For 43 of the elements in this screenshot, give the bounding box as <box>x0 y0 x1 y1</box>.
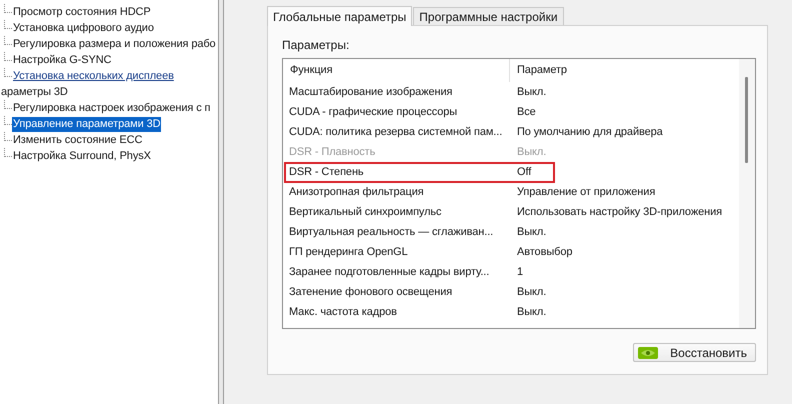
table-cell-text: Выкл. <box>516 145 546 160</box>
table-cell-text: По умолчанию для драйвера <box>516 125 663 140</box>
restore-button[interactable]: Восстановить <box>633 343 756 362</box>
table-cell-text: Макс. частота кадров <box>288 305 398 320</box>
table-cell-text: Анизотропная фильтрация <box>288 185 425 200</box>
scrollbar[interactable] <box>739 59 755 328</box>
table-cell-text: Выкл. <box>516 225 546 240</box>
table-cell-text: Затенение фонового освещения <box>288 285 454 300</box>
table-cell-text: CUDA: политика резерва системной пам... <box>288 125 504 140</box>
table-cell-text: Все <box>516 105 536 120</box>
table-cell-text: Вертикальный синхроимпульс <box>288 205 442 220</box>
table-cell-text: 1 <box>516 265 524 280</box>
table-cell-text: Выкл. <box>516 305 546 320</box>
tree-item[interactable]: Настройка Surround, PhysX <box>12 148 152 164</box>
tree-item[interactable]: Регулировка размера и положения рабо <box>12 36 217 52</box>
table-cell-text: Заранее подготовленные кадры вирту... <box>288 265 490 280</box>
table-cell-text: Автовыбор <box>516 245 572 260</box>
tree-item[interactable]: араметры 3D <box>0 86 69 98</box>
tree-item[interactable]: Настройка G-SYNC <box>12 52 112 68</box>
table-cell-text: Управление от приложения <box>516 185 656 200</box>
tab[interactable]: Программные настройки <box>413 7 564 25</box>
eye-logo-icon <box>638 346 658 358</box>
tree-item[interactable]: Просмотр состояния HDCP <box>12 4 152 20</box>
table-cell-text: Off <box>516 165 532 180</box>
tree-item[interactable]: Регулировка настроек изображения с п <box>12 100 212 116</box>
table-cell-text: Масштабирование изображения <box>288 85 454 100</box>
tree-item[interactable]: Установка нескольких дисплеев <box>12 68 175 84</box>
scroll-thumb[interactable] <box>745 77 748 163</box>
table-cell-text: ГП рендеринга OpenGL <box>288 245 409 260</box>
tree-item[interactable]: Установка цифрового аудио <box>12 20 155 36</box>
table-cell-text: Использовать настройку 3D-приложения <box>516 205 722 220</box>
section-label: Параметры: <box>282 38 350 52</box>
tab[interactable]: Глобальные параметры <box>267 6 412 26</box>
table-cell-text: DSR - Степень <box>288 165 365 180</box>
table-cell-text: CUDA - графические процессоры <box>288 105 458 120</box>
tree-item[interactable]: Изменить состояние ECC <box>12 132 144 148</box>
column-header[interactable]: Функция <box>283 59 510 82</box>
table-cell-text: DSR - Плавность <box>288 145 376 160</box>
table-cell-text: Выкл. <box>516 285 546 300</box>
table-cell-text: Виртуальная реальность — сглаживан... <box>288 225 494 240</box>
tree-item[interactable]: Управление параметрами 3D <box>12 116 162 132</box>
table-cell-text: Выкл. <box>516 85 546 100</box>
column-header[interactable]: Параметр <box>510 59 567 82</box>
